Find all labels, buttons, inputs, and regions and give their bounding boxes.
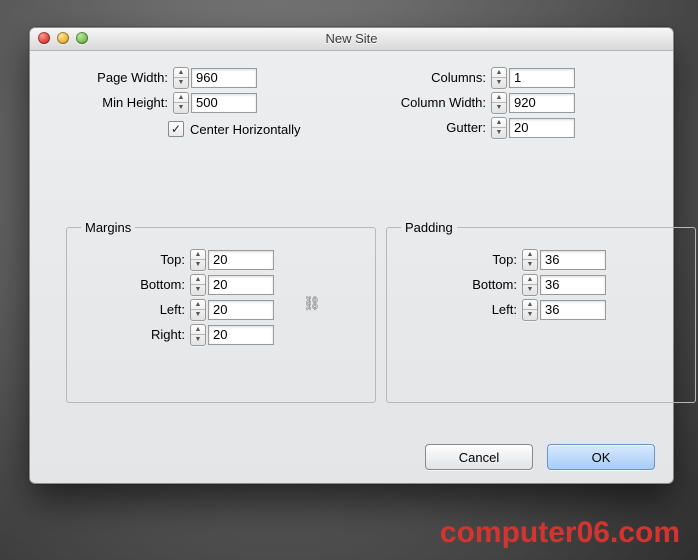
dialog-title: New Site <box>325 31 377 46</box>
margin-left-label: Left: <box>81 302 185 317</box>
min-height-stepper[interactable]: ▲▼ <box>173 92 189 114</box>
gutter-label: Gutter: <box>382 120 486 135</box>
margin-top-label: Top: <box>81 252 185 267</box>
gutter-input[interactable] <box>509 118 575 138</box>
padding-left-stepper[interactable]: ▲▼ <box>522 299 538 321</box>
padding-bottom-input[interactable] <box>540 275 606 295</box>
link-margins-icon[interactable]: ⛓ <box>303 295 321 312</box>
column-width-input[interactable] <box>509 93 575 113</box>
margin-right-stepper[interactable]: ▲▼ <box>190 324 206 346</box>
min-height-label: Min Height: <box>82 95 168 110</box>
margin-bottom-input[interactable] <box>208 275 274 295</box>
padding-bottom-stepper[interactable]: ▲▼ <box>522 274 538 296</box>
ok-button[interactable]: OK <box>547 444 655 470</box>
titlebar: New Site <box>30 28 673 51</box>
margin-right-label: Right: <box>81 327 185 342</box>
zoom-icon[interactable] <box>76 32 88 44</box>
padding-fieldset: Padding Top: ▲▼ Bottom: ▲▼ Left: ▲▼ <box>386 220 696 403</box>
columns-input[interactable] <box>509 68 575 88</box>
margins-legend: Margins <box>81 220 135 235</box>
center-horizontally-checkbox[interactable]: ✓ <box>168 121 184 137</box>
padding-top-input[interactable] <box>540 250 606 270</box>
column-width-stepper[interactable]: ▲▼ <box>491 92 507 114</box>
watermark-text: computer06.com <box>440 516 680 550</box>
margin-bottom-label: Bottom: <box>81 277 185 292</box>
center-horizontally-label: Center Horizontally <box>190 122 301 137</box>
margin-bottom-stepper[interactable]: ▲▼ <box>190 274 206 296</box>
padding-left-label: Left: <box>401 302 517 317</box>
page-size-group: Page Width: ▲▼ Min Height: ▲▼ ✓ Center H… <box>82 65 301 137</box>
margin-right-input[interactable] <box>208 325 274 345</box>
cancel-button[interactable]: Cancel <box>425 444 533 470</box>
button-bar: Cancel OK <box>425 444 655 470</box>
margin-top-input[interactable] <box>208 250 274 270</box>
column-width-label: Column Width: <box>382 95 486 110</box>
columns-label: Columns: <box>382 70 486 85</box>
padding-left-input[interactable] <box>540 300 606 320</box>
margin-top-stepper[interactable]: ▲▼ <box>190 249 206 271</box>
margin-left-input[interactable] <box>208 300 274 320</box>
minimize-icon[interactable] <box>57 32 69 44</box>
padding-top-stepper[interactable]: ▲▼ <box>522 249 538 271</box>
min-height-input[interactable] <box>191 93 257 113</box>
new-site-dialog: New Site Page Width: ▲▼ Min Height: ▲▼ ✓ <box>29 27 674 484</box>
padding-bottom-label: Bottom: <box>401 277 517 292</box>
margin-left-stepper[interactable]: ▲▼ <box>190 299 206 321</box>
page-width-stepper[interactable]: ▲▼ <box>173 67 189 89</box>
padding-legend: Padding <box>401 220 457 235</box>
close-icon[interactable] <box>38 32 50 44</box>
page-width-label: Page Width: <box>82 70 168 85</box>
page-width-input[interactable] <box>191 68 257 88</box>
columns-group: Columns: ▲▼ Column Width: ▲▼ Gutter: ▲▼ <box>382 65 575 140</box>
window-controls <box>38 32 88 44</box>
columns-stepper[interactable]: ▲▼ <box>491 67 507 89</box>
gutter-stepper[interactable]: ▲▼ <box>491 117 507 139</box>
margins-fieldset: Margins Top: ▲▼ Bottom: ▲▼ Left: ▲▼ <box>66 220 376 403</box>
padding-top-label: Top: <box>401 252 517 267</box>
